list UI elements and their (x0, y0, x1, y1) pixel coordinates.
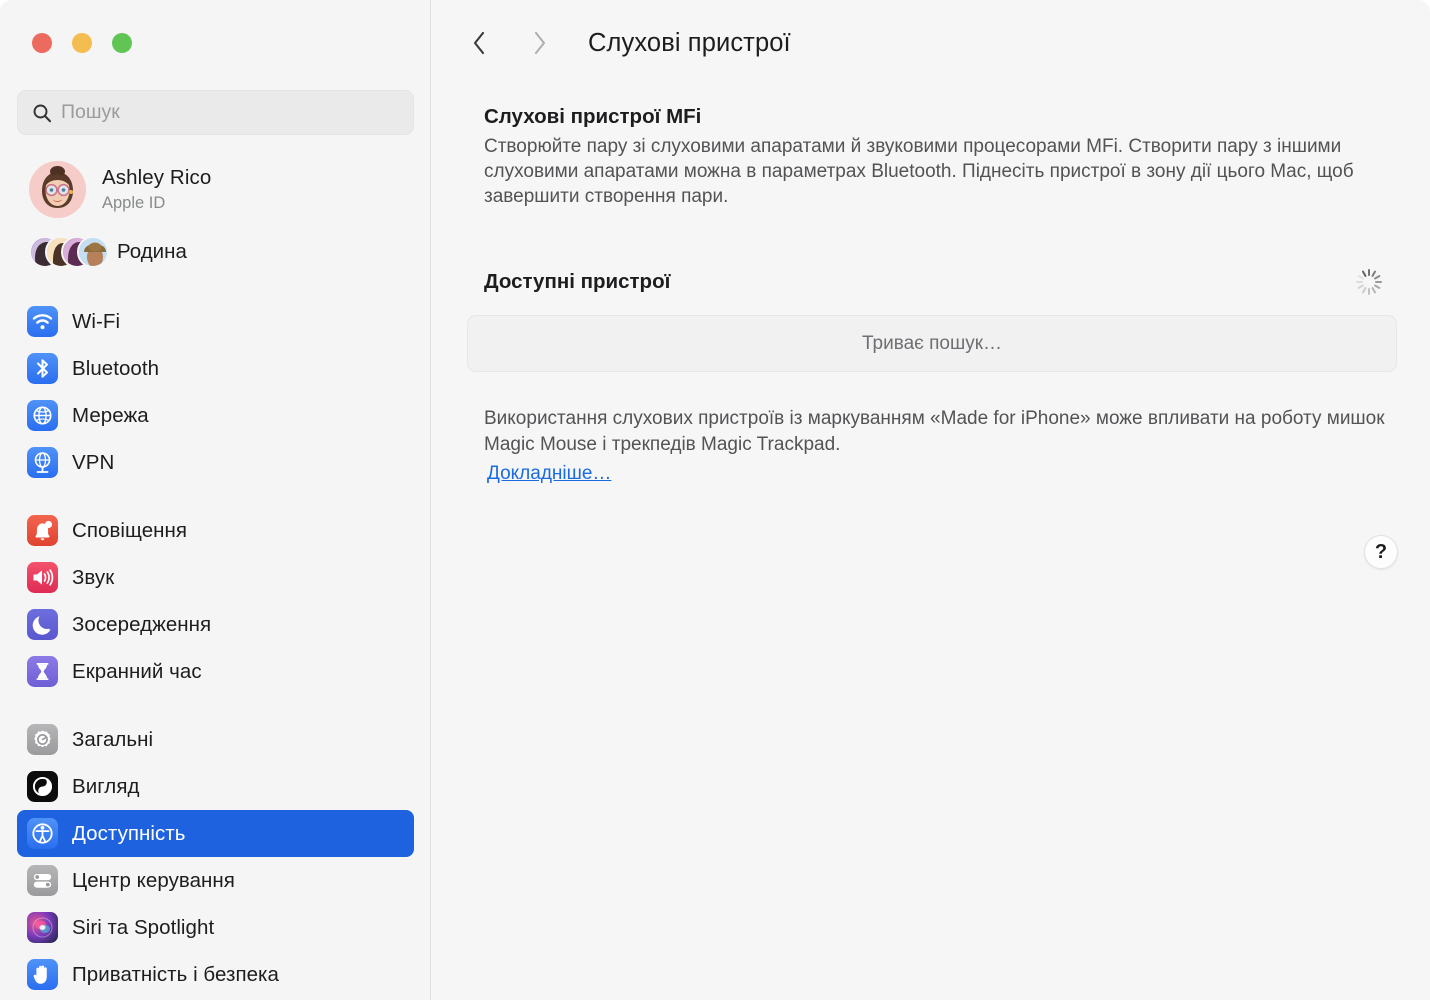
sidebar-item-accessibility[interactable]: Доступність (17, 810, 414, 857)
control-center-icon (27, 865, 58, 896)
close-window-button[interactable] (32, 33, 52, 53)
bluetooth-icon (27, 353, 58, 384)
sidebar-item-label: Екранний час (72, 659, 202, 683)
network-icon (27, 400, 58, 431)
toolbar: Слухові пристрої (432, 0, 1430, 86)
devices-status-text: Триває пошук… (861, 332, 1003, 354)
siri-icon (27, 912, 58, 943)
sidebar-item-control-center[interactable]: Центр керування (17, 857, 414, 904)
sidebar-group-network: Wi-Fi Bluetooth Мережа VPN (17, 298, 414, 486)
sidebar-item-wifi[interactable]: Wi-Fi (17, 298, 414, 345)
content-pane: Слухові пристрої Слухові пристрої MFi Ст… (432, 0, 1430, 1000)
sidebar-item-network[interactable]: Мережа (17, 392, 414, 439)
settings-window: Ashley Rico Apple ID (0, 0, 1430, 1000)
sidebar-item-focus[interactable]: Зосередження (17, 601, 414, 648)
back-button[interactable] (458, 22, 500, 64)
sidebar-item-notifications[interactable]: Сповіщення (17, 507, 414, 554)
sidebar-item-label: Bluetooth (72, 356, 160, 380)
account-subtitle: Apple ID (102, 193, 166, 212)
maximize-window-button[interactable] (112, 33, 132, 53)
sidebar-item-label: VPN (72, 450, 115, 474)
help-button[interactable]: ? (1364, 535, 1398, 569)
mfi-note-text: Використання слухових пристроїв із марку… (484, 408, 1385, 455)
sidebar-item-label: Звук (72, 565, 115, 589)
page-title: Слухові пристрої (588, 28, 791, 57)
learn-more-link[interactable]: Докладніше… (487, 463, 611, 485)
sidebar-item-siri-spotlight[interactable]: Siri та Spotlight (17, 904, 414, 951)
chevron-right-icon (534, 31, 546, 55)
sidebar-item-label: Siri та Spotlight (72, 915, 215, 939)
sidebar-item-label: Вигляд (72, 774, 140, 798)
avatar (29, 160, 86, 218)
wifi-icon (27, 306, 58, 337)
loading-spinner-icon (1353, 266, 1385, 298)
sidebar-item-label: Wi-Fi (72, 309, 121, 333)
account-name: Ashley Rico (102, 165, 212, 189)
sidebar-item-label: Центр керування (72, 868, 235, 892)
sidebar-item-appearance[interactable]: Вигляд (17, 763, 414, 810)
sidebar-item-label: Сповіщення (72, 518, 188, 542)
moon-icon (27, 609, 58, 640)
sidebar-group-system: Загальні Вигляд Доступність Центр керува… (17, 716, 414, 998)
sidebar-item-vpn[interactable]: VPN (17, 439, 414, 486)
family-avatar-stack (29, 236, 109, 268)
forward-button[interactable] (519, 22, 561, 64)
appearance-icon (27, 771, 58, 802)
sidebar: Ashley Rico Apple ID (0, 0, 431, 1000)
available-devices-list: Триває пошук… (467, 315, 1397, 372)
vpn-icon (27, 447, 58, 478)
available-devices-title: Доступні пристрої (484, 270, 671, 293)
search-field[interactable] (17, 90, 414, 135)
traffic-light-controls (32, 33, 132, 53)
accessibility-icon (27, 818, 58, 849)
mfi-section-title: Слухові пристрої MFi (484, 105, 702, 128)
sidebar-item-screen-time[interactable]: Екранний час (17, 648, 414, 695)
question-mark-icon: ? (1374, 540, 1388, 563)
family-avatar-4 (77, 236, 109, 268)
gear-icon (27, 724, 58, 755)
account-text: Ashley Rico Apple ID (102, 165, 211, 214)
hourglass-icon (27, 656, 58, 687)
family-row[interactable]: Родина (17, 230, 414, 274)
sidebar-item-bluetooth[interactable]: Bluetooth (17, 345, 414, 392)
sidebar-item-label: Приватність і безпека (72, 962, 279, 986)
sidebar-item-label: Зосередження (72, 612, 212, 636)
family-label: Родина (117, 240, 187, 263)
hand-icon (27, 959, 58, 990)
search-input[interactable] (61, 101, 391, 124)
search-icon (33, 104, 52, 122)
mfi-section-description: Створюйте пару зі слуховими апаратами й … (484, 136, 1354, 207)
sidebar-item-sound[interactable]: Звук (17, 554, 414, 601)
sidebar-item-privacy-security[interactable]: Приватність і безпека (17, 951, 414, 998)
speaker-icon (27, 562, 58, 593)
sidebar-item-label: Загальні (72, 727, 154, 751)
account-row[interactable]: Ashley Rico Apple ID (17, 158, 414, 220)
chevron-left-icon (473, 31, 485, 55)
sidebar-item-label: Мережа (72, 403, 149, 427)
sidebar-group-alerts: Сповіщення Звук Зосередження Екранний ча… (17, 507, 414, 695)
sidebar-item-label: Доступність (72, 821, 186, 845)
minimize-window-button[interactable] (72, 33, 92, 53)
bell-icon (27, 515, 58, 546)
sidebar-item-general[interactable]: Загальні (17, 716, 414, 763)
